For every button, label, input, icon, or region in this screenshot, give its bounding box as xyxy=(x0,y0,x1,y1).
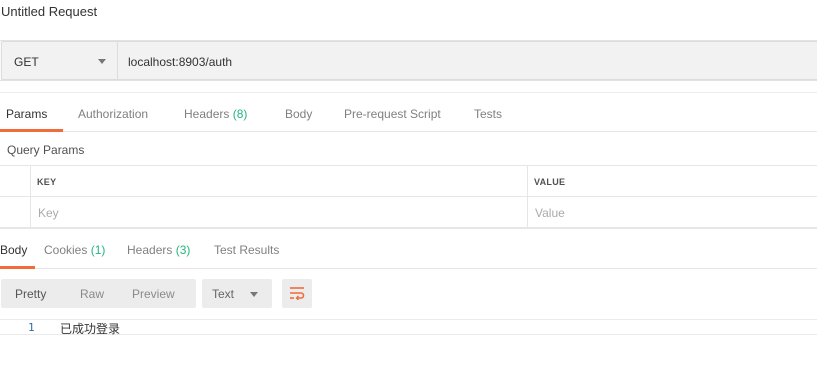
format-select[interactable]: Text xyxy=(202,279,272,308)
tab-headers[interactable]: Headers (8) xyxy=(184,107,247,121)
value-input[interactable]: Value xyxy=(535,206,565,220)
request-title-bar: Untitled Request xyxy=(0,0,817,28)
key-column-header: KEY xyxy=(37,177,57,187)
tab-label: Headers xyxy=(184,107,230,121)
request-tabs: Params Authorization Headers (8) Body Pr… xyxy=(0,92,817,132)
line-content: 已成功登录 xyxy=(60,322,121,336)
key-input[interactable]: Key xyxy=(38,206,59,220)
line-number: 1 xyxy=(28,321,35,334)
response-toolbar: Pretty Raw Preview Text xyxy=(0,279,817,309)
value-column-header: VALUE xyxy=(534,177,566,187)
chevron-down-icon xyxy=(250,292,258,297)
tab-body[interactable]: Body xyxy=(285,107,312,121)
tab-label: Tests xyxy=(474,107,503,121)
active-tab-indicator xyxy=(0,129,63,132)
view-mode-group: Pretty Raw Preview xyxy=(1,279,196,308)
tab-test-results[interactable]: Test Results xyxy=(214,243,279,257)
tab-label: Test Results xyxy=(214,243,280,257)
tab-count: (8) xyxy=(232,107,248,121)
view-raw-button[interactable]: Raw xyxy=(80,287,104,301)
url-input[interactable]: localhost:8903/auth xyxy=(118,41,817,80)
query-params-table: KEY VALUE Key Value xyxy=(0,165,817,228)
column-divider xyxy=(527,197,528,228)
tab-count: (1) xyxy=(90,243,106,257)
method-select[interactable]: GET xyxy=(1,41,118,80)
column-divider xyxy=(527,166,528,197)
active-tab-indicator xyxy=(0,266,35,269)
method-label: GET xyxy=(14,55,39,69)
query-params-label: Query Params xyxy=(7,143,85,157)
tab-cookies[interactable]: Cookies (1) xyxy=(44,243,105,257)
tab-label: Body xyxy=(0,243,28,257)
tab-label: Params xyxy=(6,107,48,121)
tab-response-headers[interactable]: Headers (3) xyxy=(127,243,190,257)
column-divider xyxy=(30,197,31,228)
wrap-lines-button[interactable] xyxy=(282,279,312,308)
tab-tests[interactable]: Tests xyxy=(474,107,502,121)
tab-pre-request-script[interactable]: Pre-request Script xyxy=(344,107,441,121)
chevron-down-icon xyxy=(98,59,106,64)
request-title[interactable]: Untitled Request xyxy=(1,4,97,19)
tab-label: Headers xyxy=(127,243,173,257)
response-tabs: Body Cookies (1) Headers (3) Test Result… xyxy=(0,228,817,269)
request-url-bar: GET localhost:8903/auth xyxy=(0,40,817,81)
wrap-lines-icon xyxy=(290,287,305,300)
column-divider xyxy=(30,166,31,197)
tab-label: Body xyxy=(285,107,313,121)
table-row: Key Value xyxy=(0,197,817,228)
tab-label: Pre-request Script xyxy=(344,107,441,121)
view-pretty-button[interactable]: Pretty xyxy=(15,287,46,301)
format-label: Text xyxy=(212,287,235,301)
tab-label: Authorization xyxy=(78,107,149,121)
view-preview-button[interactable]: Preview xyxy=(132,287,175,301)
tab-authorization[interactable]: Authorization xyxy=(78,107,148,121)
tab-label: Cookies xyxy=(44,243,88,257)
tab-count: (3) xyxy=(175,243,191,257)
url-value: localhost:8903/auth xyxy=(128,55,233,69)
tab-params[interactable]: Params xyxy=(6,107,47,121)
tab-response-body[interactable]: Body xyxy=(0,243,27,257)
table-header-row: KEY VALUE xyxy=(0,166,817,197)
response-body-editor[interactable]: 1 已成功登录 xyxy=(0,319,817,336)
